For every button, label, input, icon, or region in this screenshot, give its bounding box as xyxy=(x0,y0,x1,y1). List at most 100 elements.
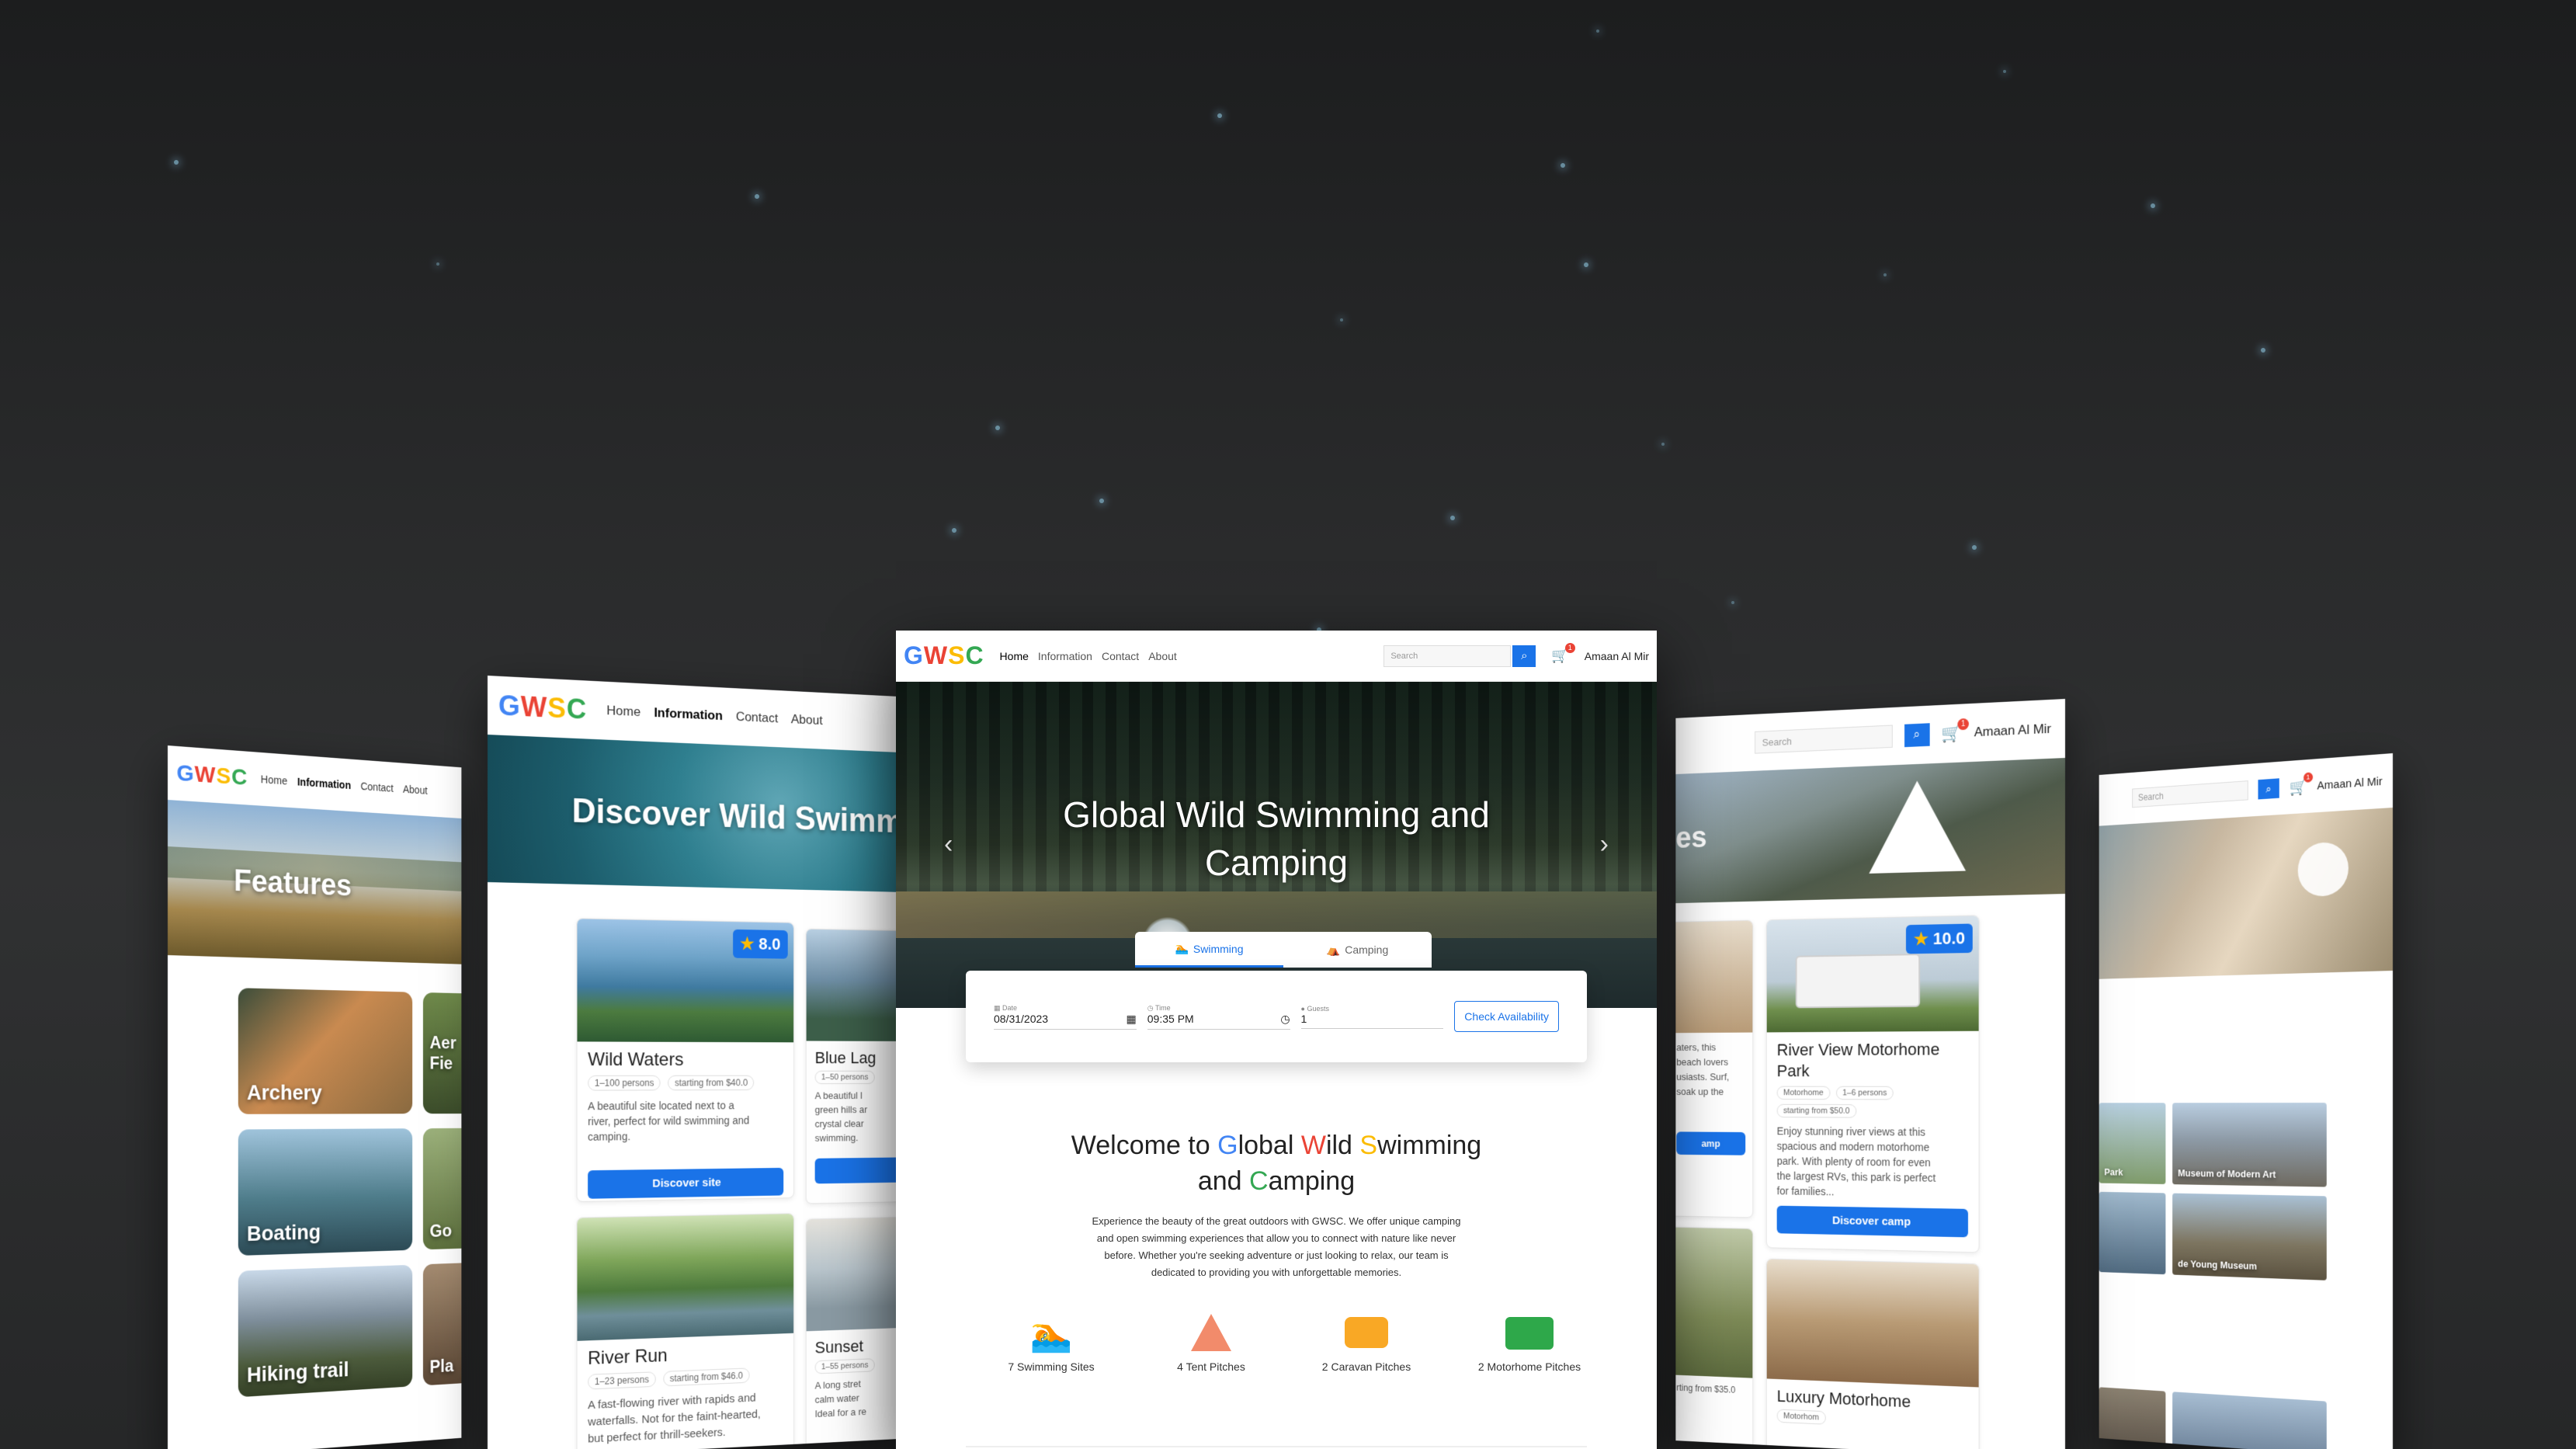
search-button[interactable]: ⌕ xyxy=(1904,723,1930,747)
star xyxy=(1099,499,1104,503)
guests-field[interactable]: ● Guests 1 xyxy=(1301,1005,1444,1029)
features-page: GWSC Home Information Contact About Feat… xyxy=(168,745,461,1449)
welcome-paragraph: Experience the beauty of the great outdo… xyxy=(896,1213,1657,1281)
attraction-tile-museum-modern-art[interactable]: Museum of Modern Art xyxy=(2172,1103,2327,1187)
cart-button[interactable]: 🛒 1 xyxy=(1551,648,1568,664)
nav-about[interactable]: About xyxy=(403,783,428,796)
calendar-icon: ▦ xyxy=(994,1004,1002,1012)
nav-about[interactable]: About xyxy=(791,712,823,728)
camp-card-luxury[interactable]: Luxury Motorhome Motorhom xyxy=(1766,1259,1980,1449)
time-field[interactable]: ◷ Time 09:35 PM ◷ xyxy=(1147,1004,1290,1030)
camps-hero: es xyxy=(1675,758,2065,903)
search-button[interactable]: ⌕ xyxy=(2258,778,2279,799)
user-name[interactable]: Amaan Al Mir xyxy=(1585,650,1649,662)
price-chip: starting from $50.0 xyxy=(1777,1104,1856,1118)
home-page: GWSC Home Information Contact About Sear… xyxy=(896,631,1657,1449)
site-photo xyxy=(807,1217,899,1331)
feature-tile-partial-2[interactable]: Go xyxy=(423,1128,461,1250)
home-hero: Global Wild Swimming and Camping ‹ › 🏊 Swi… xyxy=(896,682,1657,1008)
cart-button[interactable]: 🛒 1 xyxy=(1942,723,1963,744)
tab-swimming[interactable]: 🏊 Swimming xyxy=(1135,932,1283,968)
discover-site-button[interactable]: Discover site xyxy=(588,1168,783,1199)
time-picker-icon[interactable]: ◷ xyxy=(1280,1013,1290,1026)
search-button[interactable]: ⌕ xyxy=(1512,645,1536,667)
camp-description: aters, this beach lovers usiasts. Surf, soa… xyxy=(1675,1033,1752,1100)
site-card-river-run[interactable]: River Run 1–23 persons starting from $46… xyxy=(576,1213,793,1449)
clock-icon: ◷ xyxy=(1147,1004,1155,1012)
stat-motorhome-pitches: 2 Motorhome Pitches xyxy=(1452,1314,1607,1373)
camp-card-partial-left-2[interactable]: rting from $35.0 xyxy=(1675,1226,1753,1449)
discover-page-frame: GWSC Home Information Contact About Disc… xyxy=(488,676,922,1449)
feature-tile-partial-1[interactable]: Aer Fie xyxy=(423,992,461,1114)
persons-chip: 1–6 persons xyxy=(1836,1086,1894,1100)
nav-contact[interactable]: Contact xyxy=(1102,650,1139,662)
star xyxy=(2003,70,2006,73)
discover-camp-button-partial[interactable]: amp xyxy=(1676,1131,1745,1155)
site-photo: ★ 8.0 xyxy=(577,919,793,1042)
attraction-tile-partial[interactable] xyxy=(2099,1192,2166,1274)
attraction-tile-partial-3[interactable] xyxy=(2172,1392,2327,1449)
star xyxy=(436,262,439,266)
persons-chip: 1–100 persons xyxy=(588,1075,661,1091)
search-icon: ⌕ xyxy=(1521,649,1527,662)
features-hero: Features xyxy=(168,800,461,964)
tab-camping[interactable]: ⛺ Camping xyxy=(1283,932,1432,968)
feature-tile-hiking-trail[interactable]: Hiking trail xyxy=(238,1265,412,1398)
nav-home[interactable]: Home xyxy=(261,773,287,787)
date-field[interactable]: ▦ Date 08/31/2023 ▦ xyxy=(994,1004,1137,1030)
camp-card-river-view[interactable]: ★ 10.0 River View Motorhome Park Motorhome… xyxy=(1766,915,1980,1253)
carousel-prev-button[interactable]: ‹ xyxy=(944,829,953,860)
discover-camp-button[interactable]: Discover camp xyxy=(1777,1206,1968,1238)
booking-bar: ▦ Date 08/31/2023 ▦ ◷ Time 09:35 PM ◷ ● Gu… xyxy=(966,971,1587,1062)
nav-home[interactable]: Home xyxy=(606,703,641,720)
nav-home[interactable]: Home xyxy=(1000,650,1029,662)
nav-about[interactable]: About xyxy=(1148,650,1177,662)
nav-information[interactable]: Information xyxy=(297,776,351,791)
feature-tile-archery[interactable]: Archery xyxy=(238,988,412,1114)
nav-information[interactable]: Information xyxy=(654,705,723,724)
star xyxy=(1340,318,1343,321)
tent-icon: ⛺ xyxy=(1327,943,1340,957)
hero-title: Global Wild Swimming and Camping xyxy=(896,791,1657,887)
camp-photo xyxy=(1767,1260,1979,1388)
star xyxy=(1661,443,1665,446)
carousel-next-button[interactable]: › xyxy=(1600,829,1609,860)
nav-information[interactable]: Information xyxy=(1038,650,1092,662)
search-input[interactable]: Search xyxy=(2132,780,2248,808)
cart-count: 1 xyxy=(1957,718,1969,730)
price-chip: starting from $46.0 xyxy=(663,1367,749,1386)
site-photo xyxy=(807,930,899,1041)
site-card-sunset[interactable]: Sunset 1–55 persons A long stret calm wat… xyxy=(806,1216,899,1449)
swimmer-icon: 🏊 xyxy=(1175,942,1188,955)
star-icon: ★ xyxy=(740,934,754,954)
search-input[interactable]: Search xyxy=(1383,645,1511,667)
camp-card-partial-left[interactable]: aters, this beach lovers usiasts. Surf, soa… xyxy=(1675,920,1753,1218)
cart-button[interactable]: 🛒 1 xyxy=(2290,777,2307,797)
discover-site-button-partial[interactable] xyxy=(815,1157,899,1183)
attraction-tile-partial-2[interactable] xyxy=(2099,1387,2166,1449)
brand-logo[interactable]: GWSC xyxy=(498,690,587,726)
search-icon: ⌕ xyxy=(2265,782,2271,795)
attraction-tile-de-young[interactable]: de Young Museum xyxy=(2172,1194,2327,1280)
user-name[interactable]: Amaan Al Mir xyxy=(2317,774,2382,792)
stat-tent-pitches: 4 Tent Pitches xyxy=(1141,1314,1281,1373)
feature-tile-partial-3[interactable]: Pla xyxy=(423,1263,461,1386)
feature-tile-boating[interactable]: Boating xyxy=(238,1128,412,1256)
user-name[interactable]: Amaan Al Mir xyxy=(1974,721,2051,740)
nav-contact[interactable]: Contact xyxy=(360,780,393,794)
check-availability-button[interactable]: Check Availability xyxy=(1454,1001,1559,1032)
discover-title: Discover Wild Swimm xyxy=(572,792,899,841)
site-card-blue-lagoon[interactable]: Blue Lag 1–50 persons A beautiful l green… xyxy=(806,929,899,1204)
site-card-wild-waters[interactable]: ★ 8.0 Wild Waters 1–100 persons starting … xyxy=(576,918,793,1202)
calendar-picker-icon[interactable]: ▦ xyxy=(1127,1013,1137,1026)
attraction-tile-park[interactable]: Park xyxy=(2099,1103,2166,1184)
brand-logo[interactable]: GWSC xyxy=(176,760,248,791)
price-chip: starting from $40.0 xyxy=(668,1075,754,1091)
star-icon: ★ xyxy=(1914,930,1929,950)
discover-page: GWSC Home Information Contact About Disc… xyxy=(488,676,898,1449)
nav-contact[interactable]: Contact xyxy=(736,709,778,726)
type-chip: Motorhom xyxy=(1777,1409,1826,1424)
search-input[interactable]: Search xyxy=(1755,725,1893,754)
brand-logo[interactable]: GWSC xyxy=(904,641,984,670)
star xyxy=(1561,163,1565,168)
